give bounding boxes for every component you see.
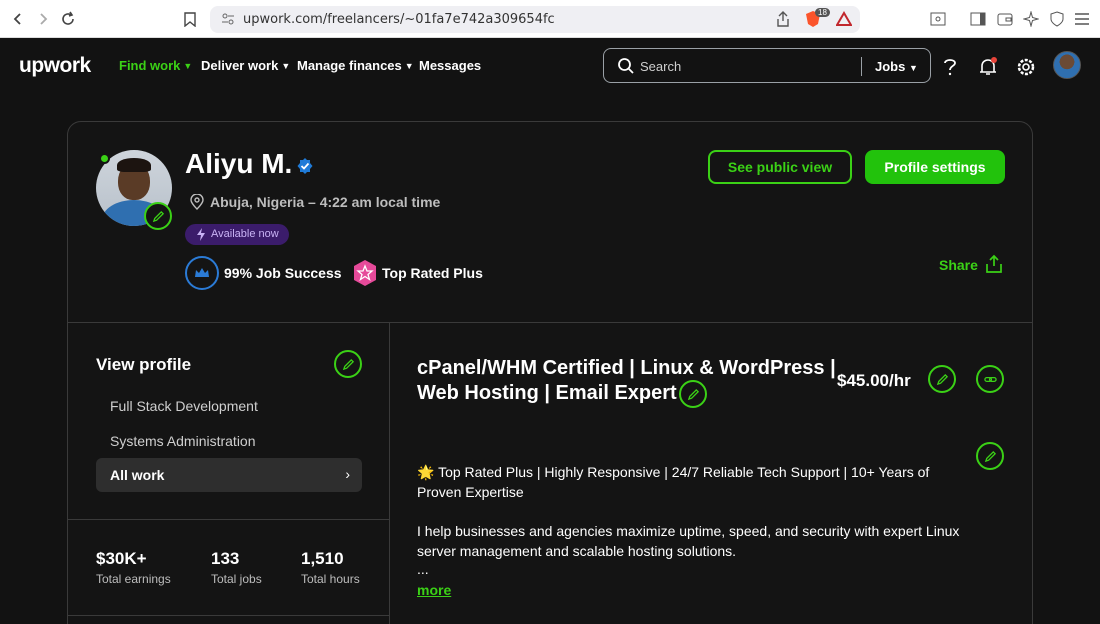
address-bar[interactable]: upwork.com/freelancers/~01fa7e742a309654…	[210, 6, 860, 33]
settings-icon[interactable]	[1015, 56, 1037, 78]
more-link[interactable]: more	[417, 582, 451, 598]
top-rated-plus-icon	[352, 259, 378, 287]
job-success-text: 99% Job Success	[224, 265, 342, 281]
divider	[68, 519, 389, 520]
brave-rewards-icon[interactable]	[835, 11, 853, 32]
sidebar-item-systems-admin[interactable]: Systems Administration	[110, 433, 256, 449]
chevron-down-icon: ▼	[404, 61, 414, 71]
nav-deliver-work[interactable]: Deliver work ▼	[201, 58, 290, 73]
chevron-right-icon: ›	[345, 466, 350, 482]
forward-icon[interactable]	[33, 9, 53, 29]
profile-card: Aliyu M. Abuja, Nigeria – 4:22 am local …	[67, 121, 1033, 624]
sidebar-item-all-work[interactable]: All work ›	[96, 458, 362, 492]
crown-icon	[195, 268, 209, 277]
help-icon[interactable]	[939, 56, 961, 78]
profile-name: Aliyu M.	[185, 148, 293, 179]
profile-settings-button[interactable]: Profile settings	[865, 150, 1005, 184]
chevron-down-icon: ▼	[183, 61, 193, 71]
sidebar-toggle-icon[interactable]	[968, 9, 988, 29]
stat-total-earnings: $30K+ Total earnings	[96, 549, 171, 586]
chevron-down-icon: ▼	[908, 63, 918, 73]
nav-messages[interactable]: Messages	[419, 58, 481, 73]
pencil-icon	[687, 388, 699, 400]
sidebar-item-full-stack[interactable]: Full Stack Development	[110, 398, 258, 414]
online-status-dot	[99, 153, 110, 164]
notifications-icon[interactable]	[977, 56, 999, 78]
top-rated-plus-label: Top Rated Plus	[382, 265, 483, 281]
link-icon	[983, 376, 997, 382]
pencil-icon	[936, 373, 948, 385]
edit-headline-button[interactable]	[679, 380, 707, 408]
stat-total-hours: 1,510 Total hours	[301, 549, 360, 586]
upwork-logo[interactable]: upwork	[19, 54, 91, 78]
menu-icon[interactable]	[1072, 9, 1092, 29]
column-divider	[389, 323, 390, 624]
shield-count-badge: 18	[815, 8, 830, 17]
vpn-icon[interactable]	[1047, 9, 1067, 29]
url-text[interactable]: upwork.com/freelancers/~01fa7e742a309654…	[243, 12, 555, 27]
profile-overview: 🌟 Top Rated Plus | Highly Responsive | 2…	[417, 462, 977, 580]
edit-overview-button[interactable]	[976, 442, 1004, 470]
see-public-view-button[interactable]: See public view	[708, 150, 852, 184]
share-icon[interactable]	[984, 254, 1004, 274]
job-success-ring	[185, 256, 219, 290]
chevron-down-icon: ▼	[281, 61, 291, 71]
overview-paragraph: 🌟 Top Rated Plus | Highly Responsive | 2…	[417, 464, 930, 500]
nav-find-work[interactable]: Find work ▼	[119, 58, 192, 73]
availability-badge[interactable]: Available now	[185, 224, 289, 245]
profile-headline: cPanel/WHM Certified | Linux & WordPress…	[417, 357, 836, 404]
pencil-icon	[342, 358, 354, 370]
location-text: Abuja, Nigeria – 4:22 am local time	[190, 193, 440, 210]
reload-icon[interactable]	[58, 9, 78, 29]
divider	[68, 322, 1032, 323]
site-settings-icon[interactable]	[220, 11, 236, 27]
search-box[interactable]: Search Jobs ▼	[603, 48, 931, 83]
view-profile-title: View profile	[96, 355, 192, 374]
bookmark-icon[interactable]	[180, 9, 200, 29]
search-scope-dropdown[interactable]: Jobs ▼	[875, 59, 918, 74]
share-button[interactable]: Share	[939, 257, 978, 273]
hourly-rate: $45.00/hr	[837, 371, 911, 390]
user-avatar[interactable]	[1053, 51, 1081, 79]
nav-manage-finances[interactable]: Manage finances ▼	[297, 58, 414, 73]
pencil-icon	[984, 450, 996, 462]
share-page-icon[interactable]	[776, 11, 790, 32]
lightning-icon	[196, 228, 206, 241]
location-pin-icon	[190, 193, 204, 210]
search-input[interactable]: Search	[640, 59, 681, 74]
edit-specialties-button[interactable]	[334, 350, 362, 378]
back-icon[interactable]	[8, 9, 28, 29]
top-navigation: upwork Find work ▼ Deliver work ▼ Manage f…	[0, 38, 1100, 94]
verified-icon	[296, 157, 314, 175]
overview-ellipsis: ...	[417, 561, 429, 577]
overview-paragraph: I help businesses and agencies maximize …	[417, 523, 960, 559]
reader-icon[interactable]	[928, 9, 948, 29]
search-divider	[861, 57, 862, 76]
pencil-icon	[152, 210, 164, 222]
stat-total-jobs: 133 Total jobs	[211, 549, 262, 586]
edit-photo-button[interactable]	[144, 202, 172, 230]
wallet-icon[interactable]	[995, 9, 1015, 29]
leo-ai-icon[interactable]	[1021, 9, 1041, 29]
copy-link-button[interactable]	[976, 365, 1004, 393]
search-icon	[617, 57, 635, 75]
edit-rate-button[interactable]	[928, 365, 956, 393]
divider	[68, 615, 389, 616]
browser-toolbar: upwork.com/freelancers/~01fa7e742a309654…	[0, 0, 1100, 38]
